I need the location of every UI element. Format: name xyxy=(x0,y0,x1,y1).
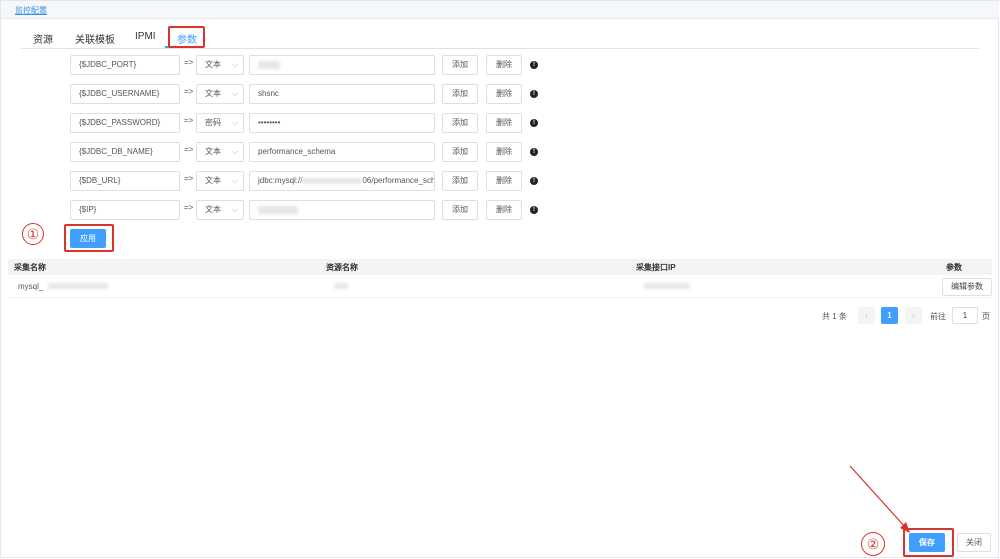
param-type-select[interactable]: 文本 ⌵ xyxy=(196,200,244,220)
panel-header: 监控配置 xyxy=(1,1,999,19)
param-type-select[interactable]: 文本 ⌵ xyxy=(196,171,244,191)
param-add-button[interactable]: 添加 xyxy=(442,200,478,220)
info-icon: ! xyxy=(530,177,538,185)
goto-label: 前往 xyxy=(930,312,946,321)
redacted-host xyxy=(302,178,363,184)
info-icon: ! xyxy=(530,90,538,98)
param-row: {$JDBC_DB_NAME} => 文本 ⌵ performance_schem… xyxy=(0,142,560,164)
col-interface-ip: 采集接口IP xyxy=(636,263,676,272)
cell-collection-name: mysql_ xyxy=(18,282,44,291)
chevron-down-icon: ⌵ xyxy=(231,147,238,156)
param-key-input[interactable]: {$JDBC_PORT} xyxy=(70,55,180,75)
param-add-button[interactable]: 添加 xyxy=(442,84,478,104)
info-icon: ! xyxy=(530,119,538,127)
highlight-tab-parameters xyxy=(168,26,205,48)
info-icon: ! xyxy=(530,61,538,69)
col-params: 参数 xyxy=(946,263,962,272)
param-type-value: 文本 xyxy=(205,89,221,98)
param-arrow: => xyxy=(184,174,194,183)
col-collection-name: 采集名称 xyxy=(14,263,46,272)
param-value-input[interactable]: shsnc xyxy=(249,84,435,104)
tab-bar: 资源 关联模板 IPMI 参数 xyxy=(21,25,979,49)
page-suffix: 页 xyxy=(982,312,990,321)
step-marker-two: ② xyxy=(861,532,885,556)
param-delete-button[interactable]: 删除 xyxy=(486,55,522,75)
param-value-input[interactable]: performance_schema xyxy=(249,142,435,162)
panel-title: 监控配置 xyxy=(15,6,47,15)
save-button[interactable]: 保存 xyxy=(909,533,945,552)
redacted-ip xyxy=(258,206,298,214)
chevron-down-icon: ⌵ xyxy=(231,89,238,98)
param-type-select[interactable]: 文本 ⌵ xyxy=(196,84,244,104)
chevron-down-icon: ⌵ xyxy=(231,60,238,69)
param-type-value: 文本 xyxy=(205,176,221,185)
param-key-input[interactable]: {$JDBC_USERNAME} xyxy=(70,84,180,104)
param-delete-button[interactable]: 删除 xyxy=(486,171,522,191)
param-arrow: => xyxy=(184,116,194,125)
chevron-down-icon: ⌵ xyxy=(231,176,238,185)
info-icon: ! xyxy=(530,206,538,214)
param-row: {$JDBC_PORT} => 文本 ⌵ 添加 删除 ! xyxy=(0,55,560,77)
info-icon: ! xyxy=(530,148,538,156)
param-add-button[interactable]: 添加 xyxy=(442,142,478,162)
edit-params-button[interactable]: 编辑参数 xyxy=(942,278,992,296)
param-delete-button[interactable]: 删除 xyxy=(486,84,522,104)
param-row: {$JDBC_USERNAME} => 文本 ⌵ shsnc 添加 删除 ! xyxy=(0,84,560,106)
step-marker-one: ① xyxy=(22,223,44,245)
chevron-down-icon: ⌵ xyxy=(231,118,238,127)
param-arrow: => xyxy=(184,58,194,67)
prev-page-button[interactable]: ‹ xyxy=(858,307,875,324)
param-key-input[interactable]: {$IP} xyxy=(70,200,180,220)
param-type-value: 文本 xyxy=(205,147,221,156)
param-row: {$DB_URL} => 文本 ⌵ jdbc:mysql:// 06/perform… xyxy=(0,171,560,193)
next-page-button[interactable]: › xyxy=(905,307,922,324)
page-jump-input[interactable]: 1 xyxy=(952,307,978,324)
param-delete-button[interactable]: 删除 xyxy=(486,113,522,133)
url-prefix: jdbc:mysql:// xyxy=(258,176,303,185)
param-key-input[interactable]: {$JDBC_PASSWORD} xyxy=(70,113,180,133)
param-type-value: 文本 xyxy=(205,60,221,69)
param-value-input[interactable]: •••••••• xyxy=(249,113,435,133)
tab-resources[interactable]: 资源 xyxy=(33,31,53,46)
param-delete-button[interactable]: 删除 xyxy=(486,200,522,220)
table-row: mysql_ 编辑参数 xyxy=(8,276,992,298)
url-suffix: 06/performance_sch xyxy=(362,176,435,185)
param-add-button[interactable]: 添加 xyxy=(442,171,478,191)
redacted-interface-ip xyxy=(644,283,690,289)
param-delete-button[interactable]: 删除 xyxy=(486,142,522,162)
chevron-down-icon: ⌵ xyxy=(231,205,238,214)
param-type-select[interactable]: 密码 ⌵ xyxy=(196,113,244,133)
param-key-input[interactable]: {$JDBC_DB_NAME} xyxy=(70,142,180,162)
page-1-button[interactable]: 1 xyxy=(881,307,898,324)
param-type-value: 文本 xyxy=(205,205,221,214)
param-add-button[interactable]: 添加 xyxy=(442,55,478,75)
col-resource-name: 资源名称 xyxy=(326,263,358,272)
param-add-button[interactable]: 添加 xyxy=(442,113,478,133)
tab-ipmi[interactable]: IPMI xyxy=(135,31,156,42)
param-type-select[interactable]: 文本 ⌵ xyxy=(196,55,244,75)
param-arrow: => xyxy=(184,145,194,154)
param-type-select[interactable]: 文本 ⌵ xyxy=(196,142,244,162)
tab-linked-templates[interactable]: 关联模板 xyxy=(75,31,115,46)
redacted-name xyxy=(48,283,108,289)
param-row: {$JDBC_PASSWORD} => 密码 ⌵ •••••••• 添加 删除 ! xyxy=(0,113,560,135)
pagination-total: 共 1 条 xyxy=(822,312,847,321)
param-type-value: 密码 xyxy=(205,118,221,127)
param-arrow: => xyxy=(184,87,194,96)
redacted-port xyxy=(258,61,280,69)
table-header: 采集名称 资源名称 采集接口IP 参数 xyxy=(8,259,992,275)
redacted-resource xyxy=(334,283,348,289)
param-value-input[interactable]: jdbc:mysql:// 06/performance_sch xyxy=(249,171,435,191)
param-arrow: => xyxy=(184,203,194,212)
apply-button[interactable]: 应用 xyxy=(70,229,106,248)
param-key-input[interactable]: {$DB_URL} xyxy=(70,171,180,191)
close-button[interactable]: 关闭 xyxy=(957,533,991,552)
